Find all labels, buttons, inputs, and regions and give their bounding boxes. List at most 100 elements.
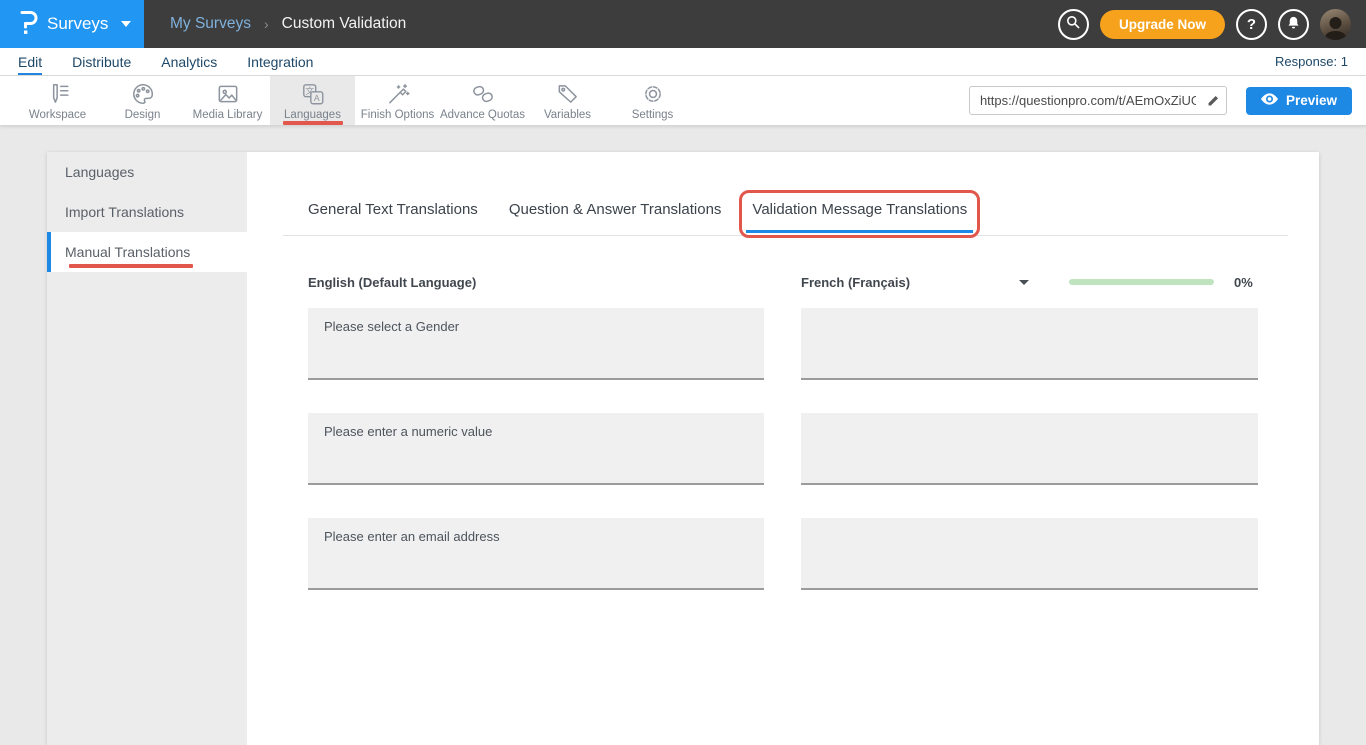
upgrade-now-button[interactable]: Upgrade Now bbox=[1100, 10, 1225, 39]
tab-general-text-translations[interactable]: General Text Translations bbox=[308, 201, 478, 231]
annotation-underline-manual-translations bbox=[69, 264, 193, 268]
advance-quotas-icon bbox=[470, 81, 496, 107]
source-language-label: English (Default Language) bbox=[308, 275, 764, 290]
dropdown-caret-icon[interactable] bbox=[1019, 280, 1029, 285]
sidebar-item-languages[interactable]: Languages bbox=[47, 152, 247, 192]
section-nav: Edit Distribute Analytics Integration Re… bbox=[0, 48, 1366, 76]
translation-row: Please enter an email address bbox=[308, 518, 1319, 590]
nav-tab-edit[interactable]: Edit bbox=[18, 48, 42, 75]
notifications-button[interactable] bbox=[1278, 9, 1309, 40]
toolbar-item-label: Finish Options bbox=[361, 109, 435, 121]
sidebar-item-label: Import Translations bbox=[65, 204, 184, 220]
sidebar-item-manual-translations[interactable]: Manual Translations bbox=[47, 232, 247, 272]
settings-icon bbox=[640, 81, 666, 107]
nav-tab-label: Integration bbox=[247, 54, 313, 70]
translation-row: Please enter a numeric value bbox=[308, 413, 1319, 485]
toolbar-item-label: Settings bbox=[632, 109, 674, 121]
tab-validation-message-translations[interactable]: Validation Message Translations bbox=[752, 201, 967, 231]
nav-tab-integration[interactable]: Integration bbox=[247, 48, 313, 75]
source-text-email: Please enter an email address bbox=[308, 518, 764, 590]
toolbar-item-design[interactable]: Design bbox=[100, 76, 185, 125]
target-text-box bbox=[801, 518, 1258, 590]
target-text-box bbox=[801, 308, 1258, 380]
survey-url-input[interactable] bbox=[970, 93, 1200, 108]
person-silhouette-icon bbox=[1320, 11, 1351, 40]
source-text-numeric: Please enter a numeric value bbox=[308, 413, 764, 485]
sidebar-item-label: Languages bbox=[65, 164, 134, 180]
translations-sidebar: Languages Import Translations Manual Tra… bbox=[47, 152, 247, 745]
manual-translations-content: General Text Translations Question & Ans… bbox=[247, 152, 1319, 745]
pencil-icon bbox=[1206, 94, 1220, 108]
toolbar-item-variables[interactable]: Variables bbox=[525, 76, 610, 125]
tab-label: General Text Translations bbox=[308, 201, 478, 218]
response-count: Response: 1 bbox=[1275, 54, 1348, 69]
variables-icon bbox=[555, 81, 581, 107]
top-bar: Surveys My Surveys › Custom Validation U… bbox=[0, 0, 1366, 48]
toolbar-item-workspace[interactable]: Workspace bbox=[15, 76, 100, 125]
product-name: Surveys bbox=[47, 14, 108, 34]
toolbar-item-settings[interactable]: Settings bbox=[610, 76, 695, 125]
toolbar-item-media-library[interactable]: Media Library bbox=[185, 76, 270, 125]
edit-url-button[interactable] bbox=[1200, 94, 1226, 108]
target-text-input-numeric[interactable] bbox=[801, 413, 1258, 483]
annotation-underline-languages bbox=[283, 121, 343, 125]
sidebar-item-label: Manual Translations bbox=[65, 244, 190, 260]
chevron-down-icon bbox=[121, 21, 131, 27]
survey-url-box bbox=[969, 86, 1227, 115]
nav-tab-label: Edit bbox=[18, 54, 42, 70]
translation-tabs: General Text Translations Question & Ans… bbox=[283, 201, 1288, 236]
translation-progress-bar bbox=[1069, 279, 1214, 285]
toolbar-right: Preview bbox=[969, 76, 1366, 125]
toolbar-item-label: Media Library bbox=[193, 109, 263, 121]
breadcrumb: My Surveys › Custom Validation bbox=[170, 15, 406, 33]
toolbar-item-label: Variables bbox=[544, 109, 591, 121]
search-icon bbox=[1065, 14, 1081, 34]
translation-row: Please select a Gender bbox=[308, 308, 1319, 380]
tab-question-answer-translations[interactable]: Question & Answer Translations bbox=[509, 201, 722, 231]
workspace-icon bbox=[45, 81, 71, 107]
nav-tab-label: Distribute bbox=[72, 54, 131, 70]
bell-icon bbox=[1286, 15, 1301, 34]
design-icon bbox=[130, 81, 156, 107]
tab-label: Validation Message Translations bbox=[752, 201, 967, 218]
nav-tab-label: Analytics bbox=[161, 54, 217, 70]
languages-icon: 文 A bbox=[300, 81, 326, 107]
user-avatar[interactable] bbox=[1320, 9, 1351, 40]
active-tab-underline bbox=[746, 230, 973, 233]
breadcrumb-parent[interactable]: My Surveys bbox=[170, 15, 251, 33]
help-button[interactable]: ? bbox=[1236, 9, 1267, 40]
search-button[interactable] bbox=[1058, 9, 1089, 40]
questionpro-logo-icon bbox=[17, 9, 38, 40]
target-text-input-gender[interactable] bbox=[801, 308, 1258, 378]
languages-panel: Languages Import Translations Manual Tra… bbox=[47, 152, 1319, 745]
target-language-select[interactable]: French (Français) bbox=[801, 275, 1019, 290]
nav-tab-analytics[interactable]: Analytics bbox=[161, 48, 217, 75]
breadcrumb-separator-icon: › bbox=[264, 16, 269, 32]
toolbar-item-finish-options[interactable]: Finish Options bbox=[355, 76, 440, 125]
preview-button[interactable]: Preview bbox=[1246, 87, 1352, 115]
breadcrumb-current: Custom Validation bbox=[282, 15, 407, 33]
toolbar-item-advance-quotas[interactable]: Advance Quotas bbox=[440, 76, 525, 125]
target-language-header: French (Français) 0% bbox=[801, 275, 1258, 290]
translation-progress-percent: 0% bbox=[1234, 275, 1253, 290]
edit-toolbar: Workspace Design Media Library 文 bbox=[0, 76, 1366, 126]
top-bar-actions: Upgrade Now ? bbox=[1058, 9, 1366, 40]
finish-options-icon bbox=[385, 81, 411, 107]
translation-rows: Please select a Gender Please enter a nu… bbox=[247, 308, 1319, 590]
eye-icon bbox=[1261, 93, 1278, 108]
product-switcher[interactable]: Surveys bbox=[0, 0, 144, 48]
toolbar-item-label: Workspace bbox=[29, 109, 86, 121]
toolbar-item-label: Design bbox=[125, 109, 161, 121]
toolbar-item-label: Advance Quotas bbox=[440, 109, 525, 121]
toolbar-item-languages[interactable]: 文 A Languages bbox=[270, 76, 355, 125]
toolbar-item-label: Languages bbox=[284, 109, 341, 121]
sidebar-item-import-translations[interactable]: Import Translations bbox=[47, 192, 247, 232]
tab-label: Question & Answer Translations bbox=[509, 201, 722, 218]
nav-tab-distribute[interactable]: Distribute bbox=[72, 48, 131, 75]
question-mark-icon: ? bbox=[1247, 16, 1256, 33]
media-library-icon bbox=[215, 81, 241, 107]
preview-label: Preview bbox=[1286, 93, 1337, 108]
target-text-input-email[interactable] bbox=[801, 518, 1258, 588]
language-header-row: English (Default Language) French (Franç… bbox=[308, 272, 1319, 292]
target-text-box bbox=[801, 413, 1258, 485]
